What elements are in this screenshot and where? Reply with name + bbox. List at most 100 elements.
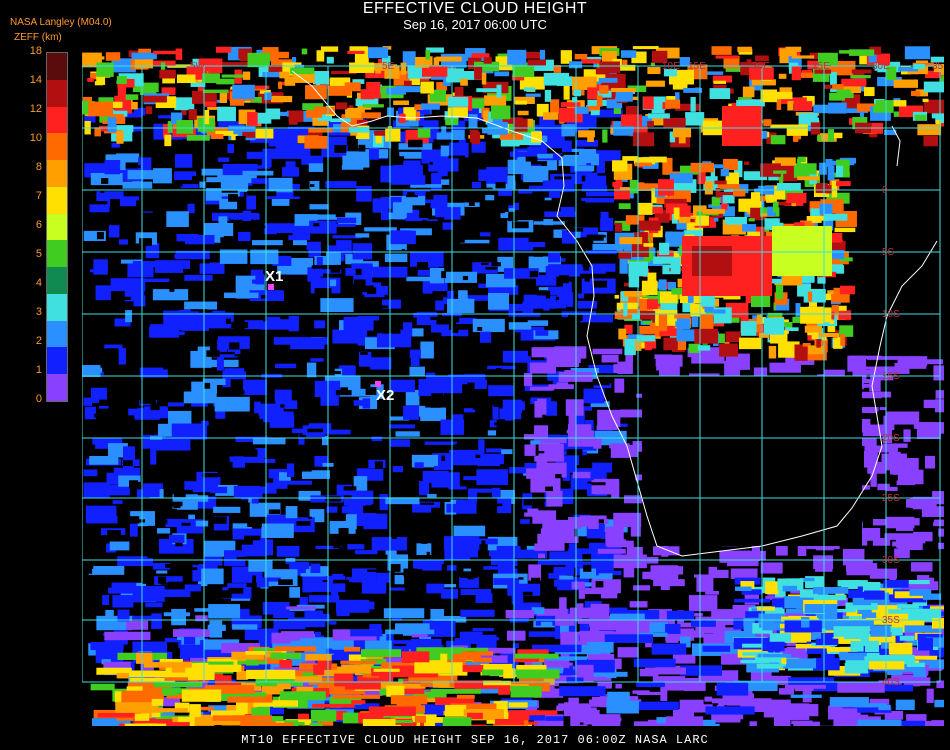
cloud-pixel <box>938 528 944 537</box>
cloud-pixel <box>508 213 518 222</box>
cloud-pixel <box>811 332 819 340</box>
cloud-pixel <box>621 50 637 58</box>
cloud-pixel <box>329 279 337 287</box>
cloud-pixel <box>840 334 845 346</box>
cloud-pixel <box>517 110 529 116</box>
cloud-pixel <box>118 347 126 365</box>
cloud-pixel <box>227 583 247 588</box>
cloud-pixel <box>644 340 653 351</box>
cloud-pixel <box>653 256 674 264</box>
cloud-pixel <box>320 298 354 313</box>
cloud-pixel <box>150 448 157 465</box>
cloud-pixel <box>864 87 875 97</box>
cloud-pixel <box>611 87 637 93</box>
cloud-pixel <box>83 397 93 406</box>
cloud-pixel <box>373 668 400 672</box>
cloud-pixel <box>685 112 705 126</box>
cloud-pixel <box>568 430 594 447</box>
cloud-pixel <box>834 608 856 613</box>
cloud-pixel <box>188 109 197 120</box>
cloud-pixel <box>147 550 160 559</box>
cloud-pixel <box>270 652 302 660</box>
cloud-pixel <box>371 436 383 442</box>
cloud-pixel <box>581 197 615 203</box>
cloud-pixel <box>197 544 201 548</box>
longitude-label: 25E <box>812 61 830 72</box>
cloud-pixel <box>259 480 267 487</box>
cloud-pixel <box>733 637 743 650</box>
cloud-pixel <box>769 633 792 643</box>
cloud-pixel <box>288 114 298 125</box>
cloud-pixel <box>139 323 148 326</box>
cloud-pixel <box>83 367 103 373</box>
cloud-pixel <box>574 53 588 60</box>
cloud-pixel <box>598 207 611 212</box>
cloud-pixel <box>184 274 213 281</box>
cloud-pixel <box>411 446 417 452</box>
cloud-pixel <box>567 347 581 363</box>
cloud-pixel <box>817 135 822 142</box>
cloud-pixel <box>335 390 352 396</box>
cloud-pixel <box>683 677 706 691</box>
cloud-pixel <box>797 156 806 163</box>
cloud-pixel <box>535 275 557 286</box>
cloud-pixel <box>149 326 180 338</box>
cloud-pixel <box>888 451 901 457</box>
cloud-pixel <box>903 429 911 442</box>
cloud-pixel <box>482 154 488 163</box>
cloud-pixel <box>470 131 481 143</box>
cloud-pixel <box>417 261 429 270</box>
cloud-pixel <box>606 700 639 714</box>
cloud-pixel <box>387 107 394 117</box>
cloud-pixel <box>801 616 810 628</box>
cloud-pixel <box>304 135 328 149</box>
legend-tick-label: 12 <box>29 103 42 115</box>
cloud-pixel <box>586 641 614 653</box>
cloud-pixel <box>524 295 557 309</box>
cloud-pixel <box>380 406 393 412</box>
cloud-pixel <box>212 715 256 721</box>
cloud-pixel <box>333 197 348 203</box>
cloud-pixel <box>289 587 301 598</box>
cloud-pixel <box>169 286 175 292</box>
cloud-pixel <box>508 322 532 330</box>
cloud-pixel <box>176 120 194 134</box>
legend-swatch <box>47 347 67 375</box>
cloud-pixel <box>164 134 172 147</box>
cloud-pixel <box>647 67 661 75</box>
cloud-pixel <box>252 429 270 434</box>
cloud-pixel <box>401 651 430 663</box>
cloud-pixel <box>704 696 713 702</box>
cloud-pixel <box>579 724 588 726</box>
cloud-pixel <box>508 702 528 708</box>
cloud-pixel <box>638 220 661 231</box>
cloud-pixel <box>352 243 373 260</box>
cloud-pixel <box>360 649 402 658</box>
cloud-pixel <box>841 86 861 90</box>
cloud-pixel <box>850 88 862 94</box>
cloud-pixel <box>810 208 821 217</box>
cloud-pixel <box>837 682 885 693</box>
cloud-pixel <box>187 371 201 376</box>
cloud-pixel <box>251 494 259 504</box>
cloud-pixel <box>705 706 755 715</box>
cloud-pixel <box>151 698 164 706</box>
cloud-pixel <box>573 89 582 97</box>
cloud-pixel <box>351 700 366 704</box>
cloud-pixel <box>247 52 270 68</box>
cloud-pixel <box>225 430 239 433</box>
cloud-pixel <box>427 261 439 268</box>
cloud-pixel <box>509 356 531 363</box>
cloud-pixel <box>938 542 944 550</box>
cloud-pixel <box>913 531 933 542</box>
cloud-pixel <box>183 268 194 274</box>
cloud-pixel <box>660 575 670 591</box>
cloud-pixel <box>619 258 628 274</box>
latitude-label: 35S <box>882 615 900 626</box>
cloud-pixel <box>584 275 590 282</box>
cloud-pixel <box>185 192 192 199</box>
cloud-pixel <box>585 218 598 224</box>
cloud-pixel <box>87 78 94 82</box>
cloud-pixel <box>595 502 606 507</box>
cloud-pixel <box>813 555 834 569</box>
